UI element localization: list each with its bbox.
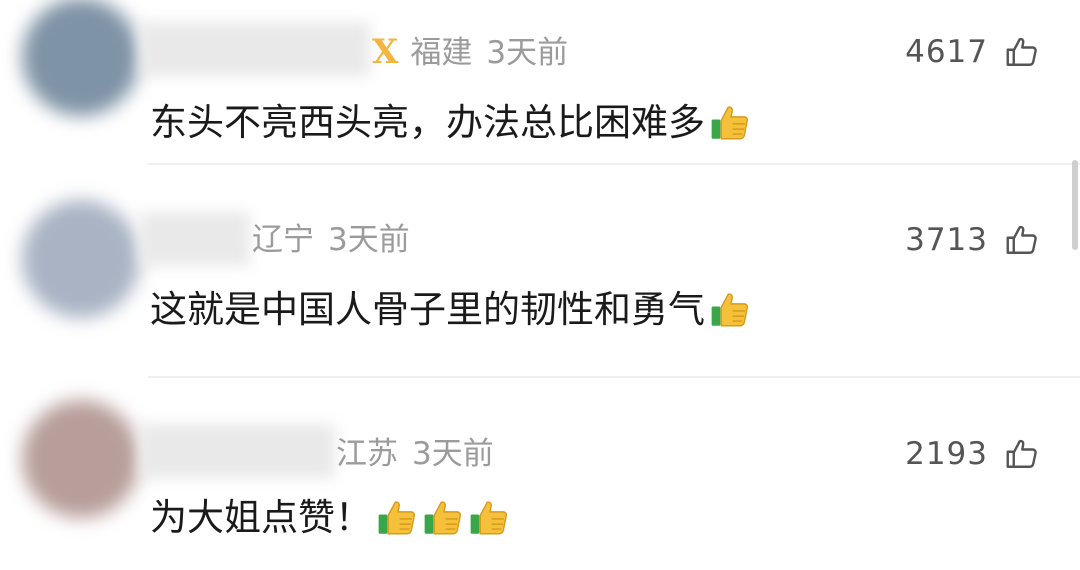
scrollbar[interactable]: [1072, 160, 1078, 250]
fan-badge-icon: Ⅹ: [372, 32, 399, 72]
thumbs-up-emoji-icon: [711, 293, 749, 327]
username[interactable]: [140, 424, 335, 478]
thumbs-up-emoji-icon: [470, 501, 508, 535]
thumbs-up-outline-icon: [1006, 37, 1037, 66]
comment-text: 这就是中国人骨子里的韧性和勇气: [150, 285, 751, 335]
thumbs-up-outline-icon: [1006, 225, 1037, 254]
avatar[interactable]: [22, 0, 140, 116]
like-count: 4617: [905, 34, 988, 70]
like-button[interactable]: 3713: [905, 218, 1040, 262]
like-button[interactable]: 2193: [905, 432, 1040, 476]
like-button[interactable]: 4617: [905, 30, 1040, 74]
comment-body: 东头不亮西头亮，办法总比困难多: [150, 101, 705, 144]
comment-meta: 江苏 3天前: [336, 432, 494, 476]
comment-body: 这就是中国人骨子里的韧性和勇气: [150, 288, 705, 331]
thumbs-up-emoji-icon: [424, 501, 462, 535]
timestamp: 3天前: [412, 436, 494, 472]
username[interactable]: [140, 22, 370, 76]
thumbs-up-emoji-icon: [378, 501, 416, 535]
location: 江苏: [336, 436, 398, 472]
comment-meta: 辽宁 3天前: [252, 218, 410, 262]
avatar[interactable]: [22, 400, 140, 518]
timestamp: 3天前: [486, 35, 569, 71]
comment-body: 为大姐点赞！: [150, 496, 372, 539]
thumbs-up-emoji-icon: [711, 106, 749, 140]
username[interactable]: [140, 212, 250, 266]
comment-text: 东头不亮西头亮，办法总比困难多: [150, 98, 751, 148]
thumbs-up-outline-icon: [1006, 439, 1037, 468]
comment-meta: Ⅹ 福建 3天前: [372, 30, 568, 75]
location: 福建: [410, 35, 473, 71]
divider: [148, 376, 1080, 378]
location: 辽宁: [252, 222, 314, 258]
timestamp: 3天前: [328, 222, 410, 258]
avatar[interactable]: [22, 200, 140, 318]
like-count: 3713: [905, 222, 988, 258]
divider: [148, 163, 1080, 165]
like-count: 2193: [905, 436, 988, 472]
comment-text: 为大姐点赞！: [150, 493, 510, 543]
